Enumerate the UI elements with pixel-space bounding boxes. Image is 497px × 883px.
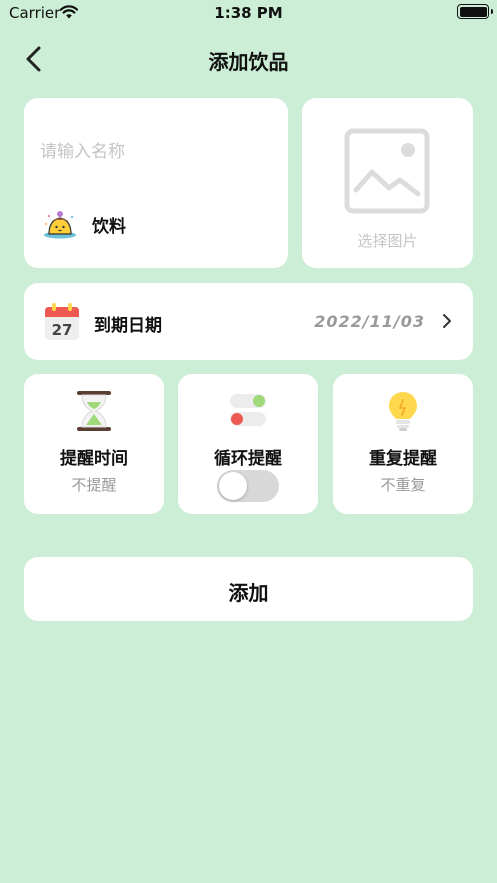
- loop-reminder-title: 循环提醒: [214, 449, 282, 469]
- add-button-label: 添加: [228, 581, 269, 605]
- hourglass-icon: [77, 391, 111, 431]
- drink-name-input[interactable]: [40, 136, 270, 168]
- navigation-bar: 添加饮品: [0, 36, 497, 82]
- drink-mascot-icon: [44, 211, 76, 239]
- expiry-date-row[interactable]: 27 到期日期 2022/11/03: [24, 283, 473, 360]
- add-button[interactable]: 添加: [24, 557, 473, 621]
- image-placeholder-icon: [344, 128, 430, 214]
- add-drink-screen: Carrier 1:38 PM 添加饮品 请输入名称 饮料 选择图片 27 到期…: [0, 0, 497, 883]
- repeat-reminder-title: 重复提醒: [369, 449, 437, 469]
- lightbulb-icon: [389, 392, 417, 431]
- calendar-icon: 27: [45, 303, 79, 340]
- image-picker-card[interactable]: 选择图片: [302, 98, 473, 268]
- status-bar: Carrier 1:38 PM: [0, 0, 497, 26]
- status-time: 1:38 PM: [214, 4, 283, 22]
- repeat-reminder-card[interactable]: 重复提醒 不重复: [333, 374, 473, 514]
- toggle-knob: [219, 472, 247, 500]
- loop-reminder-card: 循环提醒: [178, 374, 318, 514]
- battery-icon: [457, 4, 493, 19]
- expiry-date-value: 2022/11/03: [314, 312, 425, 331]
- name-card: 饮料: [24, 98, 288, 268]
- select-image-label: 选择图片: [357, 232, 418, 250]
- toggles-icon: [230, 394, 266, 426]
- repeat-reminder-value: 不重复: [380, 476, 426, 494]
- reminder-time-value: 不提醒: [71, 476, 117, 494]
- reminder-time-card[interactable]: 提醒时间 不提醒: [24, 374, 164, 514]
- page-title: 添加饮品: [208, 50, 289, 74]
- calendar-day: 27: [52, 321, 73, 339]
- category-label: 饮料: [92, 216, 126, 237]
- chevron-right-icon: [443, 314, 451, 328]
- expiry-label: 到期日期: [94, 316, 162, 336]
- reminder-time-title: 提醒时间: [60, 449, 128, 469]
- category-selector[interactable]: 饮料: [42, 206, 126, 242]
- loop-reminder-toggle[interactable]: [217, 470, 279, 502]
